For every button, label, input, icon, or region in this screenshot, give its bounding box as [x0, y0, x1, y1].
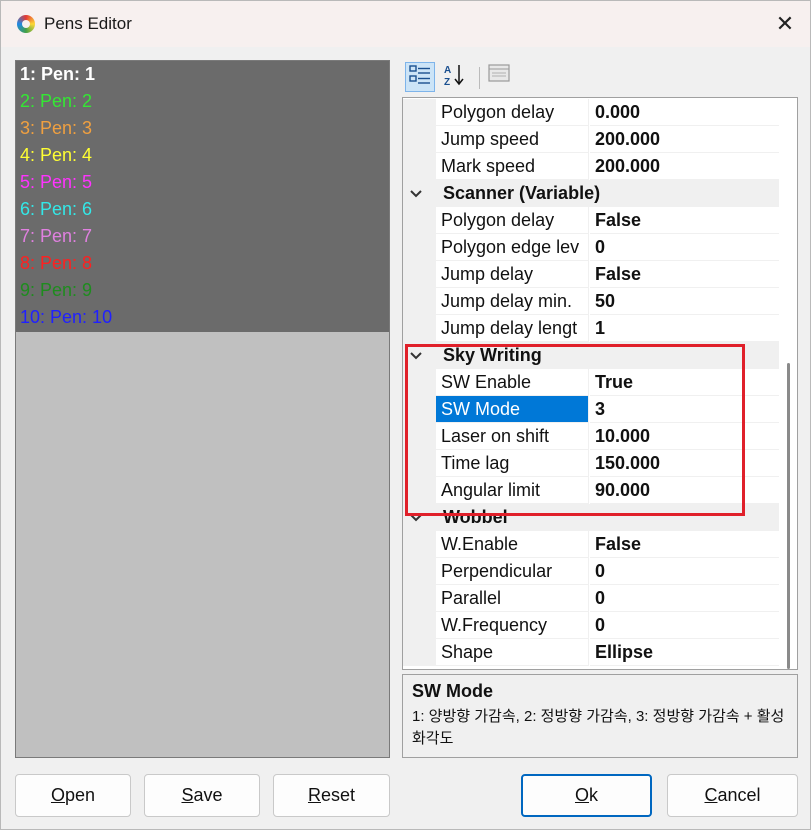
property-grid-scrollbar[interactable] — [783, 98, 797, 669]
property-row-gutter — [403, 531, 436, 558]
property-row-gutter — [403, 612, 436, 639]
property-row[interactable]: Jump delay lengt 1 — [403, 315, 779, 342]
property-row[interactable]: Mark speed 200.000 — [403, 153, 779, 180]
property-name[interactable]: Polygon delay — [436, 207, 589, 234]
property-name[interactable]: Parallel — [436, 585, 589, 612]
sky-writing-highlight — [405, 344, 745, 516]
property-value[interactable]: 0 — [590, 234, 779, 261]
property-name[interactable]: Polygon edge lev — [436, 234, 589, 261]
property-row[interactable]: Shape Ellipse — [403, 639, 779, 666]
cancel-button-label: Cancel — [704, 785, 761, 805]
property-name[interactable]: W.Enable — [436, 531, 589, 558]
property-value[interactable]: 200.000 — [590, 126, 779, 153]
property-name[interactable]: Perpendicular — [436, 558, 589, 585]
ok-button[interactable]: Ok — [521, 774, 652, 817]
property-row-gutter — [403, 639, 436, 666]
pens-editor-window: Pens Editor ✕ 1: Pen: 1 2: Pen: 2 3: Pen: … — [0, 0, 811, 830]
ok-button-label: Ok — [574, 785, 598, 805]
pen-list[interactable]: 1: Pen: 1 2: Pen: 2 3: Pen: 3 4: Pen: 4 5: P… — [15, 60, 390, 758]
property-value[interactable]: 0 — [590, 612, 779, 639]
property-category-name: Scanner (Variable) — [443, 183, 601, 203]
pen-list-item[interactable]: 6: Pen: 6 — [16, 196, 389, 223]
open-button-label: Open — [50, 785, 96, 805]
property-row[interactable]: Jump delay False — [403, 261, 779, 288]
pen-list-item[interactable]: 8: Pen: 8 — [16, 250, 389, 277]
property-name[interactable]: Polygon delay — [436, 99, 589, 126]
svg-text:Z: Z — [444, 77, 450, 88]
property-name[interactable]: Shape — [436, 639, 589, 666]
app-logo-icon — [17, 15, 35, 33]
pen-list-items: 1: Pen: 1 2: Pen: 2 3: Pen: 3 4: Pen: 4 5: P… — [16, 61, 389, 332]
property-toolbar: AZ — [402, 60, 798, 94]
property-row-gutter — [403, 558, 436, 585]
property-name[interactable]: Jump delay min. — [436, 288, 589, 315]
pen-list-item[interactable]: 7: Pen: 7 — [16, 223, 389, 250]
property-value[interactable]: 50 — [590, 288, 779, 315]
property-value[interactable]: Ellipse — [590, 639, 779, 666]
property-name[interactable]: Jump delay lengt — [436, 315, 589, 342]
property-value[interactable]: 0 — [590, 558, 779, 585]
open-button[interactable]: Open — [15, 774, 131, 817]
pen-list-item[interactable]: 5: Pen: 5 — [16, 169, 389, 196]
property-category[interactable]: Scanner (Variable) — [403, 180, 779, 207]
sort-az-icon[interactable]: AZ — [440, 62, 470, 92]
save-button-label: Save — [181, 785, 223, 805]
property-row-gutter — [403, 207, 436, 234]
description-title: SW Mode — [412, 681, 493, 701]
window-title: Pens Editor — [44, 14, 132, 33]
property-row-gutter — [403, 288, 436, 315]
property-pages-icon[interactable] — [484, 62, 514, 92]
property-name[interactable]: Jump delay — [436, 261, 589, 288]
reset-button[interactable]: Reset — [273, 774, 390, 817]
property-value[interactable]: 0.000 — [590, 99, 779, 126]
property-row-gutter — [403, 153, 436, 180]
property-row[interactable]: Polygon edge lev 0 — [403, 234, 779, 261]
property-name[interactable]: Mark speed — [436, 153, 589, 180]
property-row[interactable]: Jump delay min. 50 — [403, 288, 779, 315]
property-value[interactable]: False — [590, 207, 779, 234]
title-bar: Pens Editor ✕ — [1, 1, 810, 47]
property-row-gutter — [403, 99, 436, 126]
description-panel: SW Mode 1: 양방향 가감속, 2: 정방향 가감속, 3: 정방향 가… — [402, 674, 798, 758]
property-value[interactable]: 1 — [590, 315, 779, 342]
property-row[interactable]: Polygon delay 0.000 — [403, 99, 779, 126]
property-row[interactable]: Polygon delay False — [403, 207, 779, 234]
categorized-icon[interactable] — [405, 62, 435, 92]
chevron-down-icon[interactable] — [410, 180, 422, 207]
toolbar-separator — [479, 67, 480, 89]
property-row[interactable]: Perpendicular 0 — [403, 558, 779, 585]
reset-button-label: Reset — [307, 785, 356, 805]
pen-list-item[interactable]: 2: Pen: 2 — [16, 88, 389, 115]
pen-list-item[interactable]: 10: Pen: 10 — [16, 304, 389, 331]
property-value[interactable]: False — [590, 531, 779, 558]
property-row-gutter — [403, 261, 436, 288]
property-row-gutter — [403, 585, 436, 612]
scrollbar-thumb[interactable] — [787, 363, 790, 669]
pen-list-item[interactable]: 4: Pen: 4 — [16, 142, 389, 169]
property-value[interactable]: 0 — [590, 585, 779, 612]
cancel-button[interactable]: Cancel — [667, 774, 798, 817]
property-value[interactable]: 200.000 — [590, 153, 779, 180]
pen-list-item[interactable]: 9: Pen: 9 — [16, 277, 389, 304]
property-row-gutter — [403, 126, 436, 153]
property-row[interactable]: Parallel 0 — [403, 585, 779, 612]
pen-list-item[interactable]: 3: Pen: 3 — [16, 115, 389, 142]
svg-text:A: A — [444, 65, 451, 76]
description-text: 1: 양방향 가감속, 2: 정방향 가감속, 3: 정방향 가감속 + 활성화… — [412, 708, 785, 747]
property-row[interactable]: W.Frequency 0 — [403, 612, 779, 639]
property-row-gutter — [403, 234, 436, 261]
close-icon[interactable]: ✕ — [769, 9, 801, 39]
property-name[interactable]: W.Frequency — [436, 612, 589, 639]
pen-list-item[interactable]: 1: Pen: 1 — [16, 61, 389, 88]
property-row[interactable]: Jump speed 200.000 — [403, 126, 779, 153]
property-name[interactable]: Jump speed — [436, 126, 589, 153]
property-row-gutter — [403, 315, 436, 342]
property-value[interactable]: False — [590, 261, 779, 288]
property-row[interactable]: W.Enable False — [403, 531, 779, 558]
save-button[interactable]: Save — [144, 774, 260, 817]
